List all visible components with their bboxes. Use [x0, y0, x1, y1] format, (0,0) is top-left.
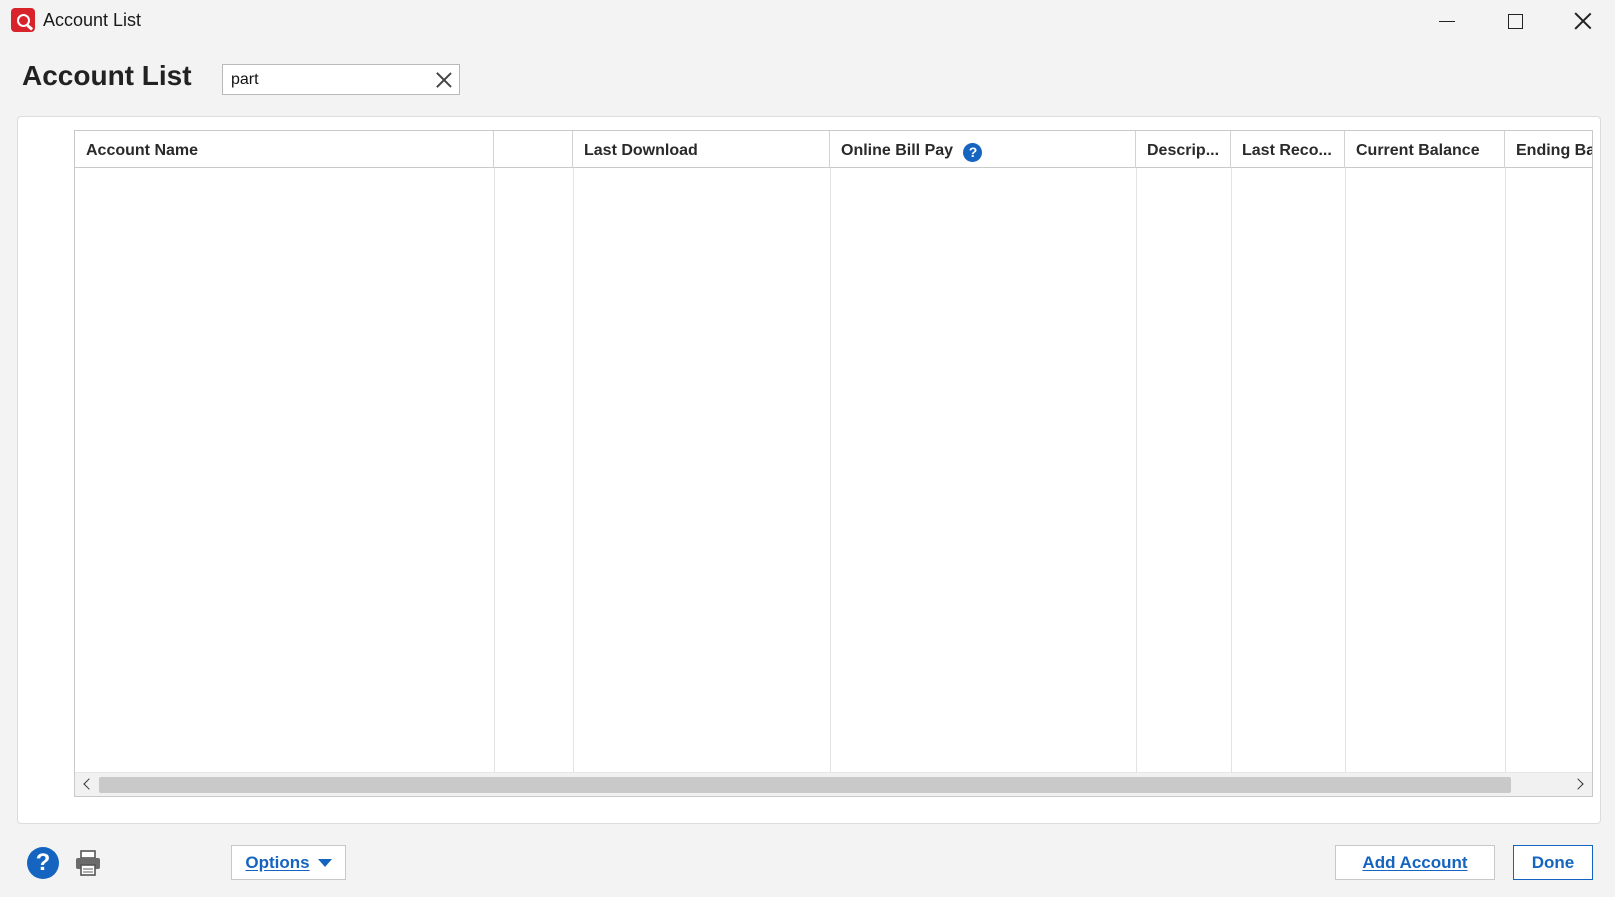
column-divider — [573, 168, 574, 796]
column-divider — [1345, 168, 1346, 796]
scroll-right-icon[interactable] — [1572, 778, 1584, 790]
column-divider — [830, 168, 831, 796]
page-title: Account List — [22, 60, 192, 91]
account-list-window: Account List Account List Account Name — [0, 0, 1615, 897]
column-header-blank[interactable] — [494, 131, 573, 168]
add-account-button[interactable]: Add Account — [1335, 845, 1495, 880]
help-icon[interactable]: ? — [963, 143, 983, 162]
scrollbar-thumb[interactable] — [99, 777, 1511, 793]
close-icon — [1574, 12, 1592, 30]
column-header-label: Last Reco... — [1242, 142, 1332, 159]
column-header-account-name[interactable]: Account Name — [75, 131, 494, 168]
column-header-ending-balance[interactable]: Ending Ba — [1505, 131, 1593, 168]
account-panel: Account Name Last Download Online Bill P… — [17, 116, 1601, 824]
done-button[interactable]: Done — [1513, 845, 1593, 880]
options-button[interactable]: Options — [231, 845, 346, 880]
grid-header: Account Name Last Download Online Bill P… — [75, 131, 1593, 168]
column-header-description[interactable]: Descrip... — [1136, 131, 1231, 168]
search-box — [222, 64, 460, 95]
search-input[interactable] — [231, 68, 421, 92]
minimize-button[interactable] — [1413, 0, 1481, 42]
maximize-icon — [1507, 13, 1523, 29]
column-header-label: Account Name — [86, 142, 199, 159]
column-divider — [1231, 168, 1232, 796]
options-label: Options — [245, 852, 310, 872]
maximize-button[interactable] — [1481, 0, 1549, 42]
chevron-down-icon — [317, 858, 332, 867]
column-header-label: Online Bill Pay — [841, 142, 954, 159]
column-divider — [1136, 168, 1137, 796]
column-divider — [494, 168, 495, 796]
column-divider — [1505, 168, 1506, 796]
scroll-left-icon[interactable] — [83, 778, 95, 790]
quicken-app-icon — [11, 8, 35, 32]
done-label: Done — [1531, 852, 1575, 872]
column-header-label: Ending Ba — [1516, 142, 1593, 159]
column-header-last-reconcile[interactable]: Last Reco... — [1231, 131, 1345, 168]
title-bar: Account List — [0, 0, 1615, 42]
column-header-label: Descrip... — [1147, 142, 1220, 159]
account-grid: Account Name Last Download Online Bill P… — [74, 130, 1593, 797]
help-icon[interactable]: ? — [27, 847, 59, 879]
horizontal-scrollbar[interactable] — [75, 772, 1592, 796]
column-header-label: Current Balance — [1356, 142, 1480, 159]
column-header-online-bill-pay[interactable]: Online Bill Pay ? — [830, 131, 1136, 168]
column-header-last-download[interactable]: Last Download — [573, 131, 830, 168]
clear-search-icon[interactable] — [436, 72, 452, 88]
column-header-label: Last Download — [584, 142, 698, 159]
window-title: Account List — [43, 10, 142, 30]
printer-icon[interactable] — [74, 850, 102, 876]
add-account-label: Add Account — [1362, 852, 1468, 872]
close-button[interactable] — [1549, 0, 1615, 42]
minimize-icon — [1439, 20, 1455, 22]
column-header-current-balance[interactable]: Current Balance — [1345, 131, 1505, 168]
